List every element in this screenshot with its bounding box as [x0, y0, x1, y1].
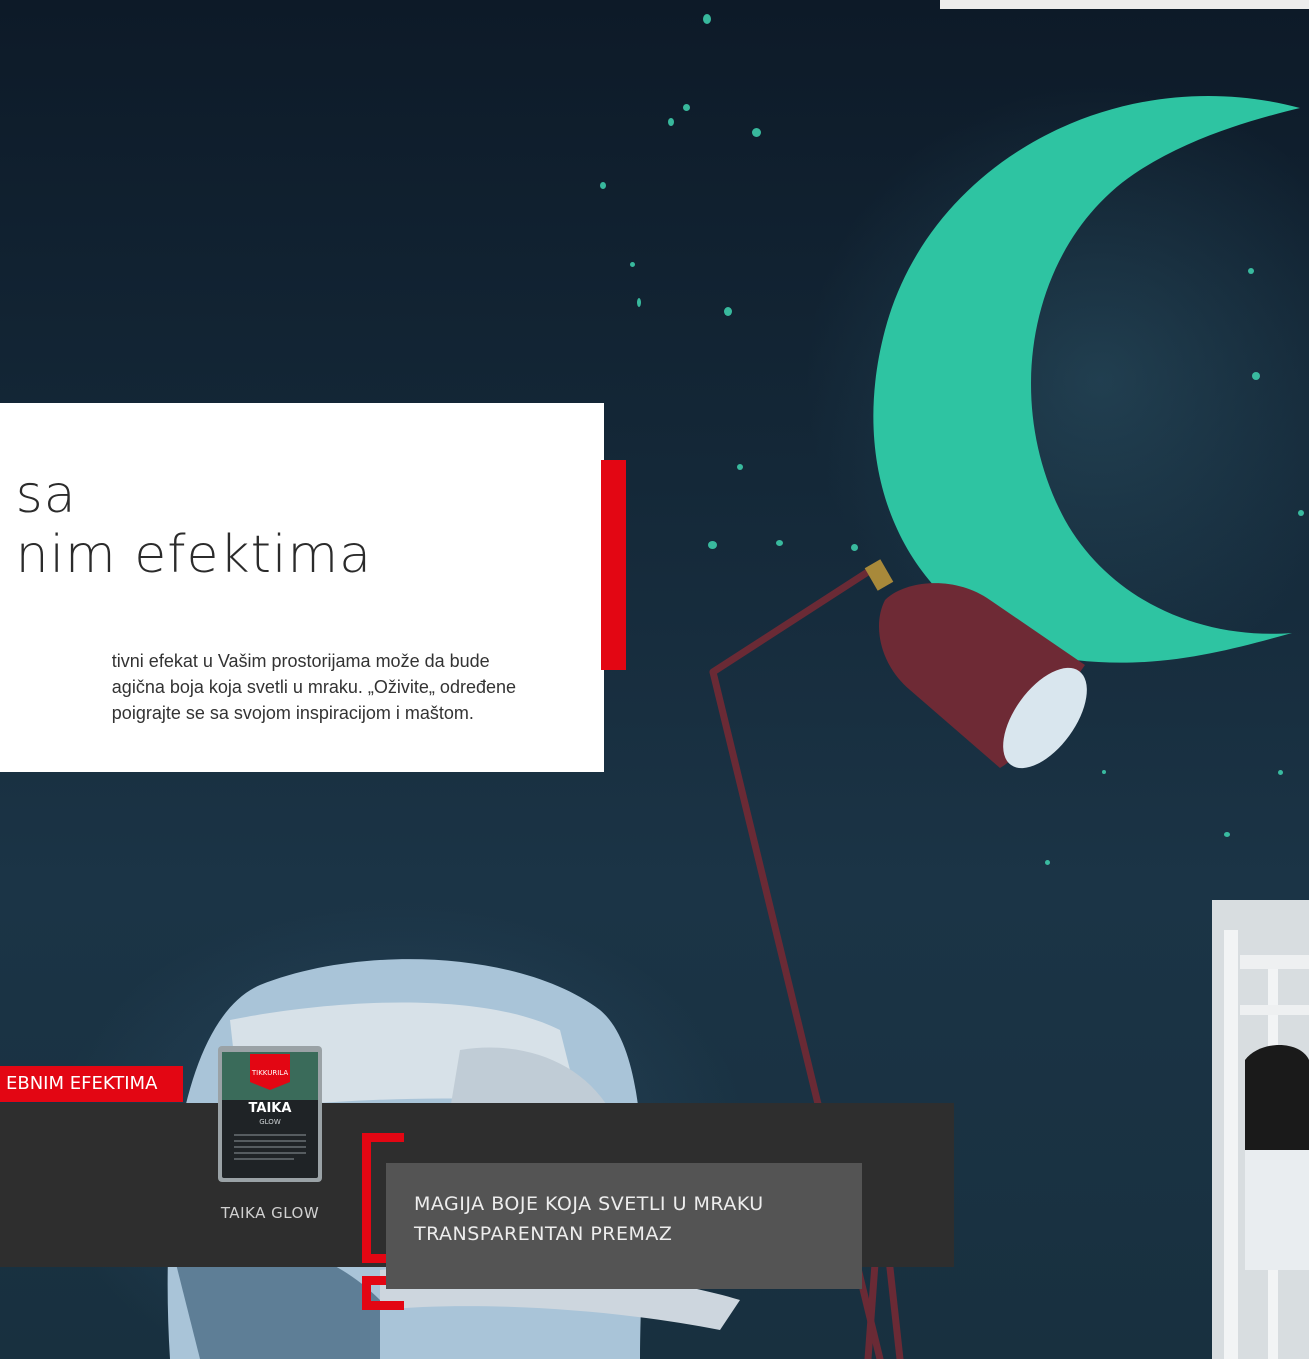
- description-line-2: TRANSPARENTAN PREMAZ: [414, 1223, 673, 1245]
- intro-paragraph: tivni efekat u Vašim prostorijama može d…: [112, 648, 516, 726]
- paint-can[interactable]: TIKKURILA TAIKA GLOW: [216, 1044, 324, 1184]
- intro-line-3: poigrajte se sa svojom inspiracijom i ma…: [111, 703, 474, 723]
- intro-line-1: tivni efekat u Vašim prostorijama može d…: [111, 651, 490, 671]
- title-line-1: sa: [15, 465, 77, 525]
- hero-background-photo: sa nim efektima tivni efekat u Vašim pro…: [0, 0, 1309, 1359]
- product-name[interactable]: TAIKA GLOW: [196, 1204, 344, 1222]
- product-description: MAGIJA BOJE KOJA SVETLI U MRAKU TRANSPAR…: [414, 1189, 764, 1249]
- description-line-1: MAGIJA BOJE KOJA SVETLI U MRAKU: [414, 1193, 764, 1215]
- category-label: EBNIM EFEKTIMA: [6, 1073, 158, 1094]
- intro-line-2: agična boja koja svetli u mraku. „Oživit…: [111, 677, 516, 697]
- can-brand: TIKKURILA: [251, 1069, 288, 1077]
- red-accent-bar: [601, 460, 626, 670]
- can-subtitle: GLOW: [259, 1118, 281, 1126]
- category-tag[interactable]: EBNIM EFEKTIMA: [0, 1066, 184, 1102]
- can-title: TAIKA: [249, 1101, 292, 1116]
- product-description-box: MAGIJA BOJE KOJA SVETLI U MRAKU TRANSPAR…: [386, 1163, 862, 1289]
- intro-panel: sa nim efektima tivni efekat u Vašim pro…: [0, 403, 604, 772]
- page-title: sa nim efektima: [16, 465, 372, 585]
- title-line-2: nim efektima: [15, 525, 372, 585]
